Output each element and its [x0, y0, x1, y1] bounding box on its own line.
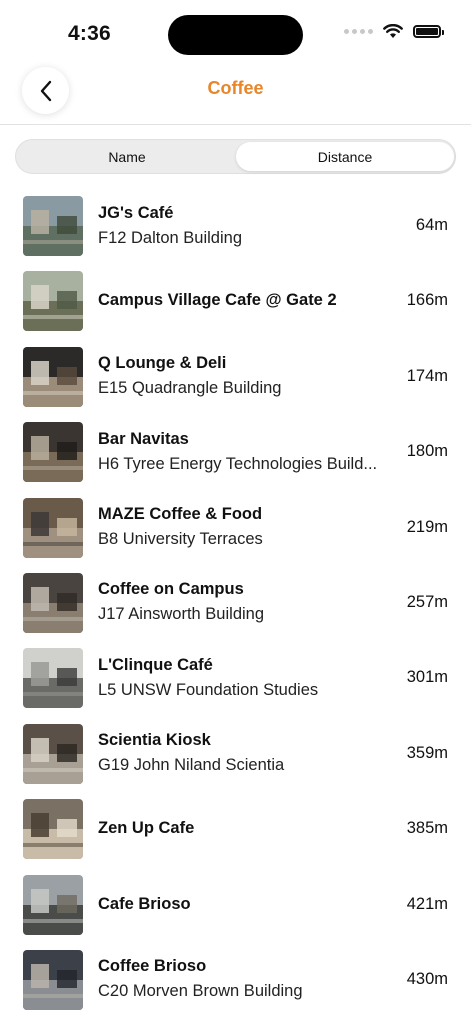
cafe-name: JG's Café — [98, 203, 174, 222]
cafe-text: Campus Village Cafe @ Gate 2 — [98, 263, 393, 338]
cafe-location: E15 Quadrangle Building — [98, 379, 282, 398]
cafe-name: Coffee Brioso — [98, 957, 207, 976]
cafe-text: L'Clinque Café L5 UNSW Foundation Studie… — [98, 640, 393, 715]
cafe-location: G19 John Niland Scientia — [98, 756, 285, 775]
cafe-distance: 301m — [406, 668, 448, 687]
cafe-list-item[interactable]: L'Clinque Café L5 UNSW Foundation Studie… — [0, 640, 471, 715]
sort-by-name-segment[interactable]: Name — [18, 142, 236, 171]
cafe-text: Cafe Brioso — [98, 867, 393, 942]
cafe-photo — [23, 196, 83, 256]
cafe-photo — [23, 271, 83, 332]
cafe-list-item[interactable]: Q Lounge & Deli E15 Quadrangle Building … — [0, 339, 471, 414]
cafe-photo — [23, 648, 83, 709]
cafe-photo — [23, 949, 83, 1010]
cellular-signal-icon — [344, 29, 373, 34]
cafe-photo — [23, 346, 83, 407]
cafe-distance: 166m — [406, 291, 448, 310]
status-icons — [344, 24, 444, 39]
cafe-text: Zen Up Cafe — [98, 791, 393, 866]
status-bar: 4:36 — [0, 0, 471, 70]
cafe-name: Campus Village Cafe @ Gate 2 — [98, 291, 337, 310]
cafe-photo — [23, 497, 83, 558]
cafe-location: L5 UNSW Foundation Studies — [98, 680, 319, 699]
cafe-distance: 257m — [406, 592, 448, 611]
navigation-bar: Coffee — [0, 62, 471, 125]
cafe-distance: 64m — [415, 216, 448, 234]
cafe-location: J17 Ainsworth Building — [98, 605, 265, 624]
cafe-text: MAZE Coffee & Food B8 University Terrace… — [98, 490, 393, 565]
cafe-text: Q Lounge & Deli E15 Quadrangle Building — [98, 339, 393, 414]
cafe-distance: 359m — [406, 743, 448, 762]
cafe-distance: 174m — [406, 366, 448, 385]
status-time: 4:36 — [68, 22, 111, 45]
battery-icon — [413, 25, 444, 38]
cafe-name: Zen Up Cafe — [98, 819, 195, 838]
cafe-name: Bar Navitas — [98, 429, 189, 448]
cafe-text: Coffee Brioso C20 Morven Brown Building — [98, 942, 393, 1017]
cafe-distance: 219m — [406, 517, 448, 536]
cafe-list-item[interactable]: Campus Village Cafe @ Gate 2 166m — [0, 263, 471, 338]
cafe-list-item[interactable]: Bar Navitas H6 Tyree Energy Technologies… — [0, 414, 471, 489]
sort-segmented-control: Name Distance — [15, 139, 456, 174]
cafe-distance: 385m — [406, 819, 448, 838]
cafe-name: Q Lounge & Deli — [98, 354, 227, 373]
cafe-location: B8 University Terraces — [98, 530, 263, 549]
cafe-photo — [23, 874, 83, 935]
cafe-location: F12 Dalton Building — [98, 228, 243, 247]
cafe-list-item[interactable]: Coffee on Campus J17 Ainsworth Building … — [0, 565, 471, 640]
cafe-location: C20 Morven Brown Building — [98, 982, 303, 1001]
cafe-name: Cafe Brioso — [98, 894, 191, 913]
cafe-name: Coffee on Campus — [98, 580, 244, 599]
cafe-name: MAZE Coffee & Food — [98, 505, 263, 524]
cafe-text: JG's Café F12 Dalton Building — [98, 188, 393, 263]
cafe-photo — [23, 723, 83, 784]
cafe-list-item[interactable]: Coffee Brioso C20 Morven Brown Building … — [0, 942, 471, 1017]
cafe-name: Scientia Kiosk — [98, 731, 211, 750]
cafe-list-item[interactable]: Scientia Kiosk G19 John Niland Scientia … — [0, 716, 471, 791]
cafe-distance: 421m — [406, 894, 448, 913]
dynamic-island — [168, 15, 303, 55]
cafe-photo — [23, 799, 83, 860]
cafe-photo — [23, 422, 83, 483]
cafe-list-item[interactable]: Zen Up Cafe 385m — [0, 791, 471, 866]
cafe-distance: 430m — [406, 969, 448, 988]
cafe-name: L'Clinque Café — [98, 655, 213, 674]
cafe-text: Coffee on Campus J17 Ainsworth Building — [98, 565, 393, 640]
cafe-list: JG's Café F12 Dalton Building 64m Campus… — [0, 188, 471, 1017]
cafe-text: Scientia Kiosk G19 John Niland Scientia — [98, 716, 393, 791]
cafe-list-item[interactable]: MAZE Coffee & Food B8 University Terrace… — [0, 490, 471, 565]
cafe-location: H6 Tyree Energy Technologies Build... — [98, 454, 378, 473]
cafe-list-item[interactable]: Cafe Brioso 421m — [0, 867, 471, 942]
wifi-icon — [383, 24, 403, 38]
page-title: Coffee — [207, 78, 264, 98]
cafe-text: Bar Navitas H6 Tyree Energy Technologies… — [98, 414, 393, 489]
sort-by-distance-segment[interactable]: Distance — [236, 142, 454, 171]
cafe-photo — [23, 572, 83, 633]
cafe-list-item[interactable]: JG's Café F12 Dalton Building 64m — [0, 188, 471, 263]
cafe-distance: 180m — [406, 442, 448, 461]
